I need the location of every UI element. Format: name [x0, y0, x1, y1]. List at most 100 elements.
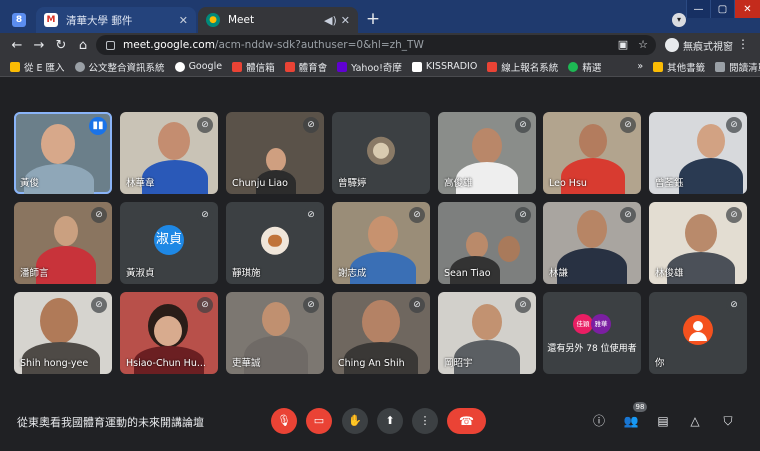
- yahoo-icon: [337, 61, 348, 72]
- participant-tile[interactable]: ⊘ 曾荃鈺: [649, 112, 747, 194]
- tab-title: Meet: [228, 14, 255, 26]
- participant-tile[interactable]: ⊘ Chunju Liao: [226, 112, 324, 194]
- bookmark-import[interactable]: 從 E 匯入: [10, 60, 65, 74]
- participant-tile[interactable]: ⊘ 高俊雄: [438, 112, 536, 194]
- participant-tile[interactable]: ▮▮ 黃俊: [14, 112, 112, 194]
- folder-icon: [653, 61, 664, 72]
- pinned-tab-icon: 8: [12, 13, 26, 27]
- self-tile[interactable]: ⊘ 你: [649, 292, 747, 374]
- bookmark-spotify[interactable]: 精選: [568, 60, 601, 74]
- meeting-title: 從東奧看我國體育運動的未來開講論壇: [17, 416, 204, 429]
- speaker-icon[interactable]: ◀): [324, 14, 337, 27]
- self-avatar: [683, 315, 713, 345]
- participant-video: [498, 236, 520, 262]
- participant-tile[interactable]: ⊘ 潘師言: [14, 202, 112, 284]
- participant-tile[interactable]: ⊘ 林華韋: [120, 112, 218, 194]
- address-bar[interactable]: meet.google.com /acm-nddw-sdk?authuser=0…: [96, 35, 656, 55]
- present-now-button[interactable]: ⬆: [377, 408, 403, 434]
- participant-tile[interactable]: ⊘ 靜琪施: [226, 202, 324, 284]
- bookmark-yahoo[interactable]: Yahoo!奇摩: [337, 60, 402, 74]
- raise-hand-button[interactable]: ✋: [342, 408, 368, 434]
- camera-blocked-icon[interactable]: ▣: [618, 38, 628, 51]
- mic-muted-icon: ⊘: [515, 297, 531, 313]
- participant-name: 靜琪施: [232, 268, 261, 279]
- minimize-icon[interactable]: —: [686, 0, 710, 18]
- participant-tile[interactable]: ⊘ Ching An Shih: [332, 292, 430, 374]
- tab-mail[interactable]: M 清華大學 郵件 ✕: [36, 7, 196, 33]
- tab-pinned[interactable]: 8: [8, 7, 30, 33]
- bookmark-label: KISSRADIO: [425, 61, 478, 72]
- bookmark-mailbox[interactable]: 體信箱: [232, 60, 275, 74]
- participant-video: [41, 124, 75, 164]
- mail-icon: [232, 61, 243, 72]
- participant-name: 林俊雄: [655, 268, 684, 279]
- chat-button[interactable]: ▤: [654, 412, 672, 430]
- participant-tile[interactable]: ⊘ 林謙: [543, 202, 641, 284]
- shapes-icon: △: [690, 414, 700, 428]
- participant-letter-avatar: 淑貞: [154, 225, 184, 255]
- bookmark-google[interactable]: Google: [174, 61, 222, 72]
- bookmark-sports-assoc[interactable]: 體育會: [284, 60, 328, 74]
- participant-tile[interactable]: ⊘ Leo Hsu: [543, 112, 641, 194]
- close-tab-icon[interactable]: ✕: [341, 14, 350, 27]
- close-tab-icon[interactable]: ✕: [179, 14, 188, 27]
- present-icon: ⬆: [385, 414, 395, 427]
- gmail-icon: M: [44, 13, 58, 27]
- participant-name: 高俊雄: [444, 178, 473, 189]
- participant-tile[interactable]: ⊘ Hsiao-Chun Hu...: [120, 292, 218, 374]
- bookmark-other[interactable]: 其他書籤: [653, 60, 705, 74]
- people-button[interactable]: 👥: [622, 412, 640, 430]
- participant-tile[interactable]: ⊘ 吏華誠: [226, 292, 324, 374]
- mic-muted-icon: ⊘: [726, 117, 742, 133]
- host-controls-button[interactable]: ⛉: [719, 412, 737, 430]
- globe-icon: [74, 61, 85, 72]
- leave-call-button[interactable]: ☎: [447, 408, 486, 434]
- maximize-icon[interactable]: ▢: [710, 0, 734, 18]
- forward-icon[interactable]: →: [28, 38, 50, 53]
- new-tab-button[interactable]: +: [363, 10, 383, 30]
- bookmark-kissradio[interactable]: KISSRADIO: [411, 61, 478, 72]
- home-icon[interactable]: ⌂: [72, 38, 94, 53]
- participant-tile[interactable]: ⊘ Shih hong-yee: [14, 292, 112, 374]
- lock-icon: [106, 40, 115, 50]
- bookmark-label: 公文整合資訊系統: [88, 62, 165, 74]
- back-icon[interactable]: ←: [6, 38, 28, 53]
- reload-icon[interactable]: ↻: [50, 38, 72, 53]
- close-window-icon[interactable]: ✕: [734, 0, 760, 18]
- tab-meet[interactable]: ● Meet ◀) ✕: [198, 7, 358, 33]
- incognito-indicator[interactable]: 無痕式視窗: [665, 36, 733, 54]
- participant-video: [577, 210, 607, 248]
- participant-name: 曾驛婷: [338, 178, 367, 189]
- mic-muted-icon: ⊘: [726, 207, 742, 223]
- bookmark-docs-system[interactable]: 公文整合資訊系統: [74, 60, 165, 74]
- bookmark-registration[interactable]: 線上報名系統: [487, 60, 558, 74]
- url-host: meet.google.com: [123, 39, 215, 51]
- bookmark-star-icon[interactable]: ☆: [638, 38, 648, 51]
- participant-tile[interactable]: ⊘ Sean Tiao: [438, 202, 536, 284]
- browser-menu-icon[interactable]: ⋮: [737, 37, 749, 51]
- tab-search-icon[interactable]: ▾: [672, 13, 686, 27]
- participant-video: [685, 214, 717, 252]
- others-tile[interactable]: 佳穎 雅華 還有另外 78 位使用者: [543, 292, 641, 374]
- activities-button[interactable]: △: [686, 412, 704, 430]
- participant-tile[interactable]: 淑貞 ⊘ 黃淑貞: [120, 202, 218, 284]
- participant-tile[interactable]: ⊘ 林俊雄: [649, 202, 747, 284]
- mic-off-icon: 🎙: [277, 414, 291, 427]
- meeting-details-button[interactable]: ⓘ: [590, 412, 608, 430]
- participant-tile[interactable]: 曾驛婷: [332, 112, 430, 194]
- google-icon: [174, 61, 185, 72]
- participant-video: [472, 304, 502, 340]
- participant-name: 黃淑貞: [126, 268, 155, 279]
- bookmark-reading-list[interactable]: 閱讀清單: [715, 60, 760, 74]
- people-icon: 👥: [623, 414, 639, 428]
- participant-name: Ching An Shih: [338, 358, 405, 369]
- participant-tile[interactable]: ⊘ 岡昭宇: [438, 292, 536, 374]
- camera-toggle-button[interactable]: ▭: [306, 408, 332, 434]
- more-options-button[interactable]: ⋮: [412, 408, 438, 434]
- participant-tile[interactable]: ⊘ 謝志成: [332, 202, 430, 284]
- bookmark-overflow[interactable]: »: [637, 61, 643, 72]
- bookmark-label: 體育會: [298, 62, 328, 74]
- folder-icon: [10, 61, 20, 72]
- mic-toggle-button[interactable]: 🎙: [271, 408, 297, 434]
- participant-name: 曾荃鈺: [655, 178, 684, 189]
